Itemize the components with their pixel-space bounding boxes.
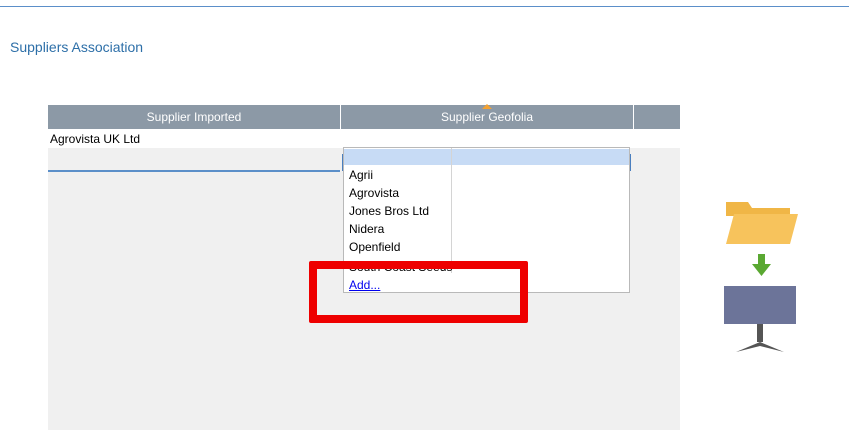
row-selection-underline — [48, 170, 340, 172]
column-separator — [633, 105, 634, 129]
sort-indicator-icon — [482, 104, 492, 109]
dropdown-option[interactable]: Agrovista — [349, 186, 399, 200]
dropdown-options: Agrii Agrovista Jones Bros Ltd Nidera Op… — [344, 148, 629, 273]
column-header-supplier-imported[interactable]: Supplier Imported — [48, 105, 340, 129]
dropdown-option[interactable]: Jones Bros Ltd — [349, 204, 429, 218]
dropdown-option[interactable]: Nidera — [349, 222, 384, 236]
arrow-down-icon — [752, 254, 771, 276]
section-title: Suppliers Association — [10, 39, 144, 55]
import-illustration — [724, 202, 798, 352]
dropdown-option[interactable]: Openfield — [349, 240, 400, 254]
highlight-annotation-box — [309, 261, 528, 323]
table-row[interactable]: Agrovista UK Ltd — [48, 129, 680, 172]
dropdown-column-separator — [451, 148, 452, 273]
dropdown-option-empty[interactable] — [344, 149, 629, 165]
grid-header: Supplier Imported Supplier Geofolia — [48, 104, 680, 129]
top-divider — [0, 6, 849, 7]
dropdown-option[interactable]: Agrii — [349, 168, 373, 182]
cell-supplier-imported: Agrovista UK Ltd — [50, 132, 141, 146]
folder-icon — [726, 202, 798, 244]
monitor-icon — [724, 286, 796, 352]
